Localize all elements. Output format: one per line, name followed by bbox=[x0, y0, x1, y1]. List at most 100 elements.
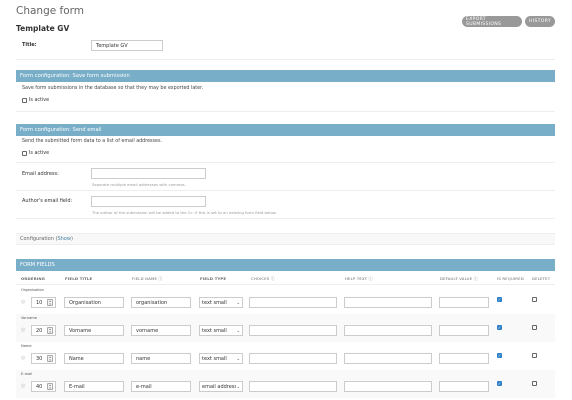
row-label: Name bbox=[21, 344, 32, 348]
ordering-value: 10 bbox=[36, 299, 43, 306]
field-name-input[interactable]: vorname bbox=[131, 325, 191, 336]
delete-checkbox[interactable] bbox=[532, 353, 537, 358]
configuration-show-link[interactable]: Show bbox=[57, 236, 71, 242]
drag-handle-icon[interactable]: ◎ bbox=[21, 355, 25, 361]
divider bbox=[16, 59, 555, 60]
row-label: Vorname bbox=[21, 316, 37, 320]
ordering-value: 30 bbox=[36, 355, 43, 362]
choices-input[interactable] bbox=[249, 381, 337, 392]
email-address-help: Separate multiple email addresses with c… bbox=[92, 182, 186, 187]
chevron-down-icon: ⌄ bbox=[236, 356, 240, 361]
export-submissions-button[interactable]: EXPORT SUBMISSIONS bbox=[462, 16, 522, 27]
delete-checkbox[interactable] bbox=[532, 325, 537, 330]
form-fields-header: FORM FIELDS bbox=[16, 259, 555, 271]
stepper-icon[interactable]: ▴ ▾ bbox=[47, 299, 53, 306]
col-help-text-label: HELP TEXT bbox=[345, 276, 368, 281]
stepper-icon[interactable]: ▴ ▾ bbox=[47, 327, 53, 334]
field-type-select[interactable]: text small ⌄ bbox=[199, 353, 243, 364]
title-label: Title: bbox=[22, 42, 37, 48]
field-type-value: email address bbox=[202, 383, 236, 390]
delete-checkbox[interactable] bbox=[532, 297, 537, 302]
col-field-title: FIELD TITLE bbox=[65, 276, 93, 281]
save-active-checkbox[interactable] bbox=[22, 98, 27, 103]
ordering-value: 20 bbox=[36, 327, 43, 334]
field-type-value: text small bbox=[202, 355, 227, 362]
field-title-input[interactable]: Name bbox=[64, 353, 124, 364]
drag-handle-icon[interactable]: ◎ bbox=[21, 327, 25, 333]
help-text-input[interactable] bbox=[344, 381, 432, 392]
is-required-checkbox[interactable]: ✓ bbox=[497, 353, 502, 358]
history-button[interactable]: HISTORY bbox=[525, 16, 555, 27]
field-type-select[interactable]: text small ⌄ bbox=[199, 297, 243, 308]
field-type-value: text small bbox=[202, 299, 227, 306]
is-required-checkbox[interactable]: ✓ bbox=[497, 381, 502, 386]
configuration-fieldset bbox=[16, 233, 555, 245]
col-help-text: HELP TEXT ⓘ bbox=[345, 276, 373, 282]
default-value-input[interactable] bbox=[439, 353, 489, 364]
delete-checkbox[interactable] bbox=[532, 381, 537, 386]
default-value-input[interactable] bbox=[439, 325, 489, 336]
choices-input[interactable] bbox=[249, 353, 337, 364]
chevron-down-icon: ⌄ bbox=[236, 300, 240, 305]
author-email-label: Author's email field: bbox=[22, 198, 73, 204]
help-text-input[interactable] bbox=[344, 297, 432, 308]
field-type-select[interactable]: text small ⌄ bbox=[199, 325, 243, 336]
ordering-input[interactable]: 40 ▴ ▾ bbox=[31, 381, 56, 392]
field-type-value: text small bbox=[202, 327, 227, 334]
choices-input[interactable] bbox=[249, 297, 337, 308]
section-email-header: Form configuration: Send email bbox=[16, 124, 555, 136]
drag-handle-icon[interactable]: ◎ bbox=[21, 299, 25, 305]
object-title: Template GV bbox=[16, 24, 70, 33]
col-choices-label: CHOICES bbox=[251, 276, 270, 281]
save-active-label: Is active bbox=[29, 98, 50, 103]
ordering-input[interactable]: 10 ▴ ▾ bbox=[31, 297, 56, 308]
col-is-required: IS REQUIRED bbox=[497, 276, 524, 281]
divider bbox=[16, 218, 555, 219]
col-default-value-label: DEFAULT VALUE bbox=[440, 276, 473, 281]
author-email-input[interactable] bbox=[91, 196, 206, 207]
col-ordering: ORDERING bbox=[21, 276, 46, 281]
ordering-value: 40 bbox=[36, 383, 43, 390]
field-name-input[interactable]: name bbox=[131, 353, 191, 364]
divider bbox=[16, 111, 555, 112]
default-value-input[interactable] bbox=[439, 381, 489, 392]
author-email-help: The author of the submission will be add… bbox=[92, 210, 277, 215]
divider bbox=[16, 190, 555, 191]
section-save-description: Save form submissions in the database so… bbox=[22, 86, 204, 91]
help-text-input[interactable] bbox=[344, 353, 432, 364]
is-required-checkbox[interactable]: ✓ bbox=[497, 297, 502, 302]
default-value-input[interactable] bbox=[439, 297, 489, 308]
email-address-input[interactable] bbox=[91, 168, 206, 179]
configuration-prefix: Configuration ( bbox=[20, 236, 58, 242]
email-active-label: Is active bbox=[29, 151, 50, 156]
page-title: Change form bbox=[16, 5, 85, 17]
field-title-input[interactable]: Vorname bbox=[64, 325, 124, 336]
field-type-select[interactable]: email address ⌄ bbox=[199, 381, 243, 392]
stepper-icon[interactable]: ▴ ▾ bbox=[47, 383, 53, 390]
col-choices: CHOICES ⓘ bbox=[251, 276, 275, 282]
help-icon: ⓘ bbox=[158, 276, 163, 281]
field-title-input[interactable]: E-mail bbox=[64, 381, 124, 392]
field-title-input[interactable]: Organisation bbox=[64, 297, 124, 308]
row-label: Organisation bbox=[21, 288, 44, 292]
title-input[interactable]: Template GV bbox=[91, 40, 163, 51]
help-icon: ⓘ bbox=[368, 276, 373, 281]
col-field-name: FIELD NAME ⓘ bbox=[132, 276, 162, 282]
help-text-input[interactable] bbox=[344, 325, 432, 336]
is-required-checkbox[interactable]: ✓ bbox=[497, 325, 502, 330]
email-address-label: Email address: bbox=[22, 171, 59, 177]
drag-handle-icon[interactable]: ◎ bbox=[21, 383, 25, 389]
field-name-input[interactable]: e-mail bbox=[131, 381, 191, 392]
stepper-icon[interactable]: ▴ ▾ bbox=[47, 355, 53, 362]
configuration-toggle: Configuration (Show) bbox=[20, 236, 73, 242]
field-name-input[interactable]: organisation bbox=[131, 297, 191, 308]
row-label: E-mail bbox=[21, 372, 33, 376]
choices-input[interactable] bbox=[249, 325, 337, 336]
email-active-checkbox[interactable] bbox=[22, 151, 27, 156]
section-save-header: Form configuration: Save form submission bbox=[16, 70, 555, 82]
ordering-input[interactable]: 30 ▴ ▾ bbox=[31, 353, 56, 364]
ordering-input[interactable]: 20 ▴ ▾ bbox=[31, 325, 56, 336]
help-icon: ⓘ bbox=[473, 276, 478, 281]
divider bbox=[16, 162, 555, 163]
section-email-description: Send the submitted form data to a list o… bbox=[22, 139, 163, 144]
